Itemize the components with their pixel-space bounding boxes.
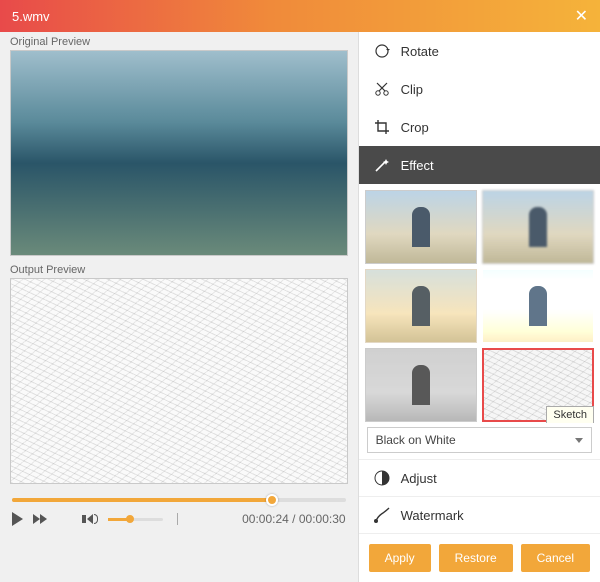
preview-pane: Original Preview Output Preview 00:00:24…: [0, 32, 359, 582]
original-preview-label: Original Preview: [0, 32, 358, 50]
close-icon[interactable]: ✕: [575, 6, 588, 26]
effect-variant-dropdown[interactable]: Black on White: [367, 427, 592, 453]
tool-label: Adjust: [401, 471, 437, 486]
adjust-icon: [373, 469, 391, 487]
tools-pane: Rotate Clip Crop Effect: [359, 32, 600, 582]
effect-thumb-selected[interactable]: Sketch: [482, 348, 594, 422]
effect-thumbnails: Sketch: [359, 184, 600, 423]
brush-icon: [373, 506, 391, 524]
restore-button[interactable]: Restore: [439, 544, 513, 572]
timeline[interactable]: [0, 488, 358, 502]
original-preview: [10, 50, 348, 256]
volume-icon[interactable]: [82, 514, 98, 524]
effect-thumb[interactable]: [482, 269, 594, 343]
crop-icon: [373, 118, 391, 136]
tool-rotate[interactable]: Rotate: [359, 32, 600, 70]
effect-thumb[interactable]: [365, 348, 477, 422]
tool-label: Rotate: [401, 44, 439, 59]
tool-label: Clip: [401, 82, 423, 97]
effect-thumb[interactable]: [365, 269, 477, 343]
play-button[interactable]: [12, 512, 23, 526]
tool-label: Watermark: [401, 508, 464, 523]
volume-max-marker: [177, 513, 178, 525]
tool-watermark[interactable]: Watermark: [359, 496, 600, 533]
volume-slider[interactable]: [108, 518, 163, 521]
output-preview-label: Output Preview: [0, 260, 358, 278]
playback-time: 00:00:24 / 00:00:30: [188, 512, 346, 526]
dropdown-value: Black on White: [376, 433, 575, 447]
effect-thumb[interactable]: [365, 190, 477, 264]
tool-label: Effect: [401, 158, 434, 173]
titlebar: 5.wmv ✕: [0, 0, 600, 32]
effect-tooltip: Sketch: [546, 406, 594, 423]
rotate-icon: [373, 42, 391, 60]
output-preview: [10, 278, 348, 484]
tool-effect[interactable]: Effect: [359, 146, 600, 184]
effect-thumb[interactable]: [482, 190, 594, 264]
window-title: 5.wmv: [12, 9, 575, 24]
tool-adjust[interactable]: Adjust: [359, 459, 600, 496]
magic-wand-icon: [373, 156, 391, 174]
tool-label: Crop: [401, 120, 429, 135]
chevron-down-icon: [575, 438, 583, 443]
tool-crop[interactable]: Crop: [359, 108, 600, 146]
cancel-button[interactable]: Cancel: [521, 544, 590, 572]
dialog-buttons: Apply Restore Cancel: [359, 533, 600, 582]
apply-button[interactable]: Apply: [369, 544, 431, 572]
step-forward-button[interactable]: [33, 514, 47, 524]
tool-clip[interactable]: Clip: [359, 70, 600, 108]
scissors-icon: [373, 80, 391, 98]
